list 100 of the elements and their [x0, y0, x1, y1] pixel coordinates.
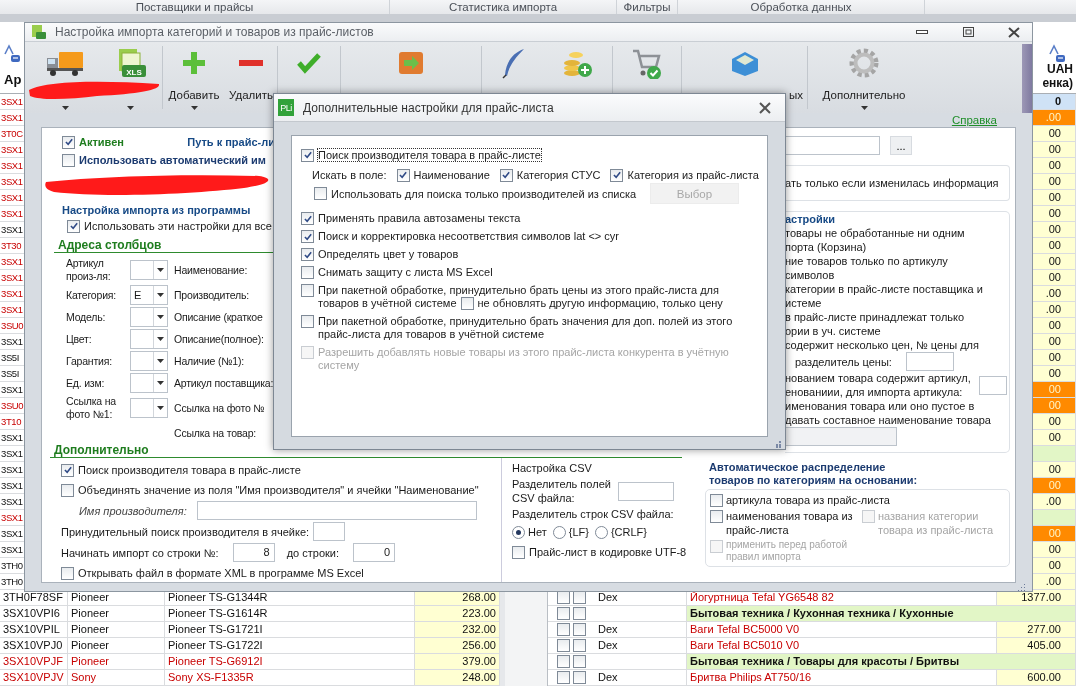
ribbon-group-label: Статистика импорта [390, 0, 617, 14]
table-cell: 3SX10VPJ0 [0, 638, 68, 653]
table-cell: 223.00 [415, 606, 500, 621]
checkbox-label: Использовать эти настройки для все [84, 220, 272, 232]
checkbox-label: истеме [785, 296, 823, 310]
checkbox-label: Поиск производителя товара в прайс-листе [78, 464, 301, 476]
checkbox-label: Категория из прайс-листа [627, 169, 759, 181]
column-header: UAH [1047, 62, 1073, 76]
field-label: Производитель: [174, 287, 250, 303]
table-cell: 405.00 [997, 638, 1076, 653]
field-label: Ед. изм: [66, 375, 106, 391]
table-cell: Pioneer [68, 606, 165, 621]
checkbox-label: в прайс-листе принадлежат только [785, 310, 966, 324]
checkbox-label: Использовать автоматический им [79, 154, 266, 166]
checkbox-label: Разрешить добавлять новые товары из этого прайс-листа конкурента в учётную систему [318, 346, 729, 371]
field-label: Искать в поле: [312, 169, 387, 181]
checkbox-label: Использовать для поиска только производителей из списка [331, 187, 637, 200]
checkbox-label: Категория СТУС [516, 169, 601, 181]
table-cell: Dex [595, 638, 687, 653]
checkbox-label: Поиск производителя товара в прайс-листе [318, 149, 541, 161]
field-label: до строки: [286, 546, 340, 559]
checkbox-label: не обновлять другую информацию, только цену [477, 297, 723, 310]
group-title: Настройка CSV [512, 462, 593, 474]
table-cell: 256.00 [415, 638, 500, 653]
checkbox-label: символов [785, 268, 836, 282]
checkbox-label: товаров в учётной системе [318, 297, 457, 310]
ribbon-group-label: Поставщики и прайсы [0, 0, 390, 14]
field-label: Артикул произ-ля: [66, 257, 112, 283]
checkbox-label: Активен [79, 136, 124, 148]
field-label: Описание (краткое [174, 309, 264, 325]
field-label: Разделитель строк CSV файла: [512, 508, 675, 520]
dialog-title: Дополнительные настройки для прайс-листа [303, 100, 554, 115]
checkbox-label: ории в уч. системе [785, 324, 882, 338]
field-label: Модель: [66, 309, 107, 325]
checkbox-label: Наименование [413, 169, 490, 181]
checkbox-label: Применять правила автозамены текста [318, 212, 521, 224]
table-cell: 600.00 [997, 670, 1076, 685]
table-cell: 232.00 [415, 622, 500, 637]
field-label: Описание(полное): [174, 331, 265, 347]
table-cell: Dex [595, 622, 687, 637]
table-cell: 379.00 [415, 654, 500, 669]
checkbox-label: ать только если изменилась информация [785, 177, 999, 189]
checkbox-label: Поиск и корректировка несоответствия символов lat <> cyr [318, 230, 619, 242]
column-header: Ар [3, 72, 22, 89]
radio-label: {LF} [568, 526, 589, 538]
table-cell: Sony [68, 670, 165, 685]
checkbox-label: наименования товара из прайс-листа [726, 509, 854, 537]
field-label: Ссылка на товар: [174, 425, 258, 441]
checkbox-label: При пакетной обработке, принудительно брать значения для доп. полей из этого прайс-листа для товаров в учётной системе [318, 315, 733, 340]
field-label: нованием товара содержит артикул, [785, 371, 971, 385]
field-label: Категория: [66, 287, 117, 303]
field-label: Разделитель полей CSV файла: [512, 477, 612, 505]
table-cell: 3SX10VPJV [0, 670, 68, 685]
table-cell: 3SX10VPJF [0, 654, 68, 669]
table-cell: 3SX10VPI6 [0, 606, 68, 621]
table-cell: 248.00 [415, 670, 500, 685]
checkbox-label: Прайс-лист в кодировке UTF-8 [529, 546, 687, 558]
field-label: Имя производителя: [79, 504, 187, 517]
field-label: Гарантия: [66, 353, 113, 369]
checkbox-label: Определять цвет у товаров [318, 248, 459, 260]
checkbox-label: содержит несколько цен, № цены для [785, 338, 980, 352]
window-title: Настройка импорта категорий и товаров из прайс-листов [55, 25, 374, 39]
checkbox-label: давать составное наименование товара [785, 413, 992, 427]
checkbox-label: Снимать защиту с листа MS Excel [318, 266, 493, 278]
table-cell: Pioneer [68, 622, 165, 637]
field-label: Ссылка на фото № [174, 400, 266, 416]
category-cell: Бытовая техника / Товары для красоты / Бритвы [687, 654, 1076, 669]
checkbox-label: Объединять значение из поля "Имя производителя" и ячейки "Наименование" [78, 484, 479, 496]
checkbox-label: именования товара или оно пустое в [785, 399, 976, 413]
table-cell: 277.00 [997, 622, 1076, 637]
field-label: Наименование: [174, 262, 249, 278]
field-label: Артикул поставщика: [174, 375, 275, 391]
field-label: Путь к прайс-ли [187, 136, 275, 148]
checkbox-label: артикула товара из прайс-листа [726, 493, 890, 507]
table-cell: Dex [595, 670, 687, 685]
table-cell: 1377.00 [997, 590, 1076, 605]
checkbox-label: категории в прайс-листе поставщика и [785, 282, 984, 296]
checkbox-label: ние товаров только по артикулу [785, 254, 949, 268]
checkbox-label: При пакетной обработке, принудительно брать цены из этого прайс-листа для [318, 284, 719, 296]
ribbon-group-label: Фильтры [617, 0, 678, 14]
field-label: разделитель цены: [795, 354, 892, 369]
ribbon-group-label: Обработка данных [678, 0, 925, 14]
field-label: Ссылка на фото №1: [66, 395, 117, 421]
field-label: Наличие (№1): [174, 353, 245, 369]
checkbox-label: названия категории товара из прайс-листа [878, 509, 994, 537]
checkbox-label: применить перед работой правил импорта [726, 539, 848, 563]
group-title: Автоматическое распределение товаров по категориям на основании: [709, 461, 919, 487]
group-title: астройки [785, 212, 837, 226]
checkbox-label: товары не обработанные ни одним [785, 226, 966, 240]
checkbox-label: порта (Корзина) [785, 240, 868, 254]
app-logo: PLi [278, 99, 294, 116]
column-header: енка) [1042, 76, 1073, 90]
field-label: енованиии, для импорта артикула: [785, 385, 964, 399]
radio-label: {CRLF} [610, 526, 647, 538]
checkbox-label: Открывать файл в формате XML в программе MS Excel [78, 567, 364, 579]
field-label: Цвет: [66, 331, 93, 347]
table-cell: Pioneer [68, 654, 165, 669]
radio-label: Нет [528, 526, 547, 538]
table-cell: 3SX10VPIL [0, 622, 68, 637]
category-cell: Бытовая техника / Кухонная техника / Кухонные [687, 606, 1076, 621]
